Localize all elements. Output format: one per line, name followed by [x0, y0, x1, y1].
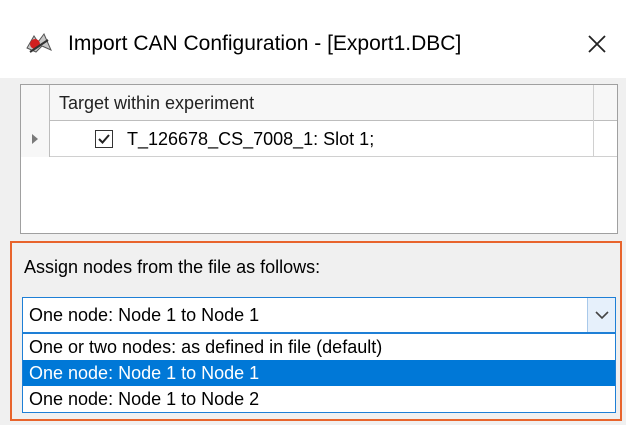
- dropdown-toggle[interactable]: [587, 298, 615, 332]
- column-divider: [593, 85, 594, 121]
- grid-corner: [21, 85, 50, 121]
- dropdown-options: One or two nodes: as defined in file (de…: [22, 333, 616, 413]
- row-pointer-icon: [32, 134, 38, 144]
- option-node1-to-node1[interactable]: One node: Node 1 to Node 1: [23, 360, 615, 386]
- import-can-dialog: Import CAN Configuration - [Export1.DBC]…: [0, 0, 626, 425]
- chevron-down-icon: [594, 311, 609, 320]
- option-as-defined[interactable]: One or two nodes: as defined in file (de…: [23, 334, 615, 360]
- close-icon: [588, 35, 606, 53]
- assign-nodes-dropdown[interactable]: One node: Node 1 to Node 1: [22, 297, 616, 333]
- column-header-target[interactable]: Target within experiment: [59, 85, 254, 121]
- column-divider: [593, 121, 594, 157]
- target-checkbox[interactable]: [95, 130, 113, 148]
- checkmark-icon: [98, 134, 110, 144]
- dropdown-value: One node: Node 1 to Node 1: [29, 305, 260, 325]
- row-indicator[interactable]: [21, 121, 50, 157]
- target-grid: Target within experiment T_126678_CS_700…: [20, 84, 618, 234]
- close-button[interactable]: [580, 27, 614, 61]
- target-label: T_126678_CS_7008_1: Slot 1;: [127, 129, 375, 149]
- grid-header: Target within experiment: [21, 85, 617, 121]
- window-title: Import CAN Configuration - [Export1.DBC]: [68, 32, 462, 55]
- assign-nodes-label: Assign nodes from the file as follows:: [24, 257, 321, 277]
- option-node1-to-node2[interactable]: One node: Node 1 to Node 2: [23, 386, 615, 412]
- can-logo-icon: [24, 30, 54, 58]
- table-row[interactable]: T_126678_CS_7008_1: Slot 1;: [21, 121, 617, 157]
- assign-nodes-panel: Assign nodes from the file as follows: O…: [10, 241, 622, 421]
- title-bar: Import CAN Configuration - [Export1.DBC]: [0, 0, 626, 78]
